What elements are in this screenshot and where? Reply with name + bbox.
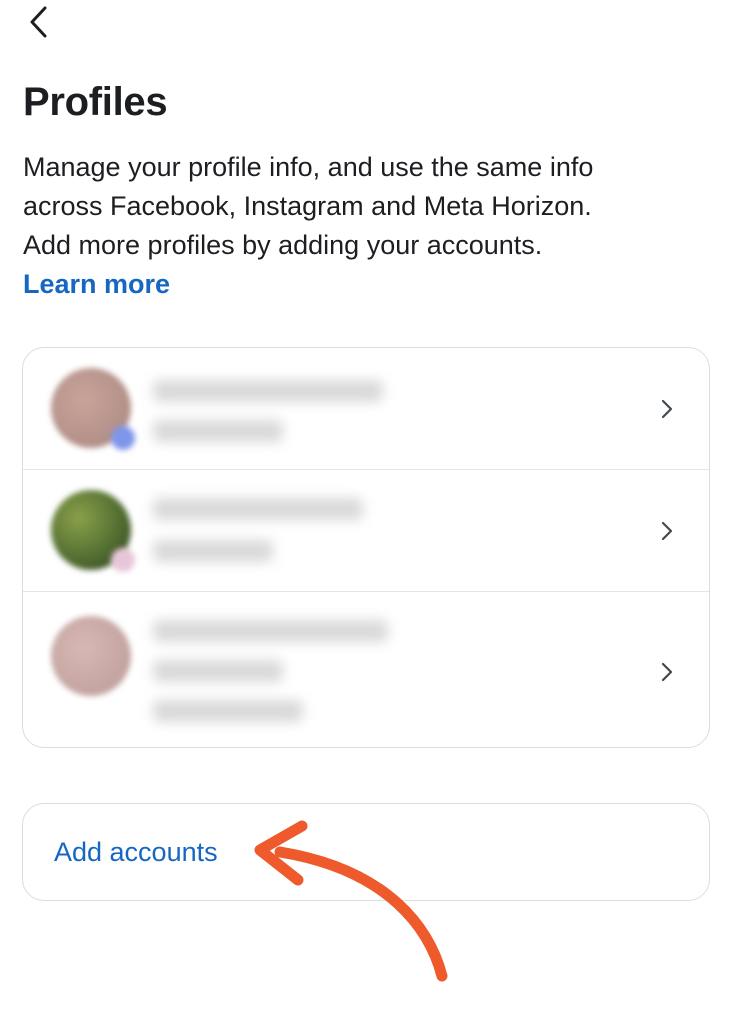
chevron-left-icon (30, 6, 47, 38)
description-line: Add more profiles by adding your account… (23, 230, 543, 260)
chevron-right-icon (655, 519, 679, 543)
profile-row[interactable] (23, 348, 709, 470)
page-title: Profiles (23, 80, 168, 124)
learn-more-link[interactable]: Learn more (23, 265, 723, 304)
account-badge-icon (111, 548, 135, 572)
profiles-list (22, 347, 710, 748)
avatar (51, 616, 131, 696)
profile-status-redacted (153, 700, 303, 722)
add-accounts-label: Add accounts (54, 837, 218, 867)
chevron-right-icon (655, 397, 679, 421)
profile-name-redacted (153, 380, 383, 402)
chevron-right-icon (655, 660, 679, 684)
profile-account-redacted (153, 420, 283, 442)
description-line: Manage your profile info, and use the sa… (23, 152, 594, 182)
profile-row[interactable] (23, 470, 709, 592)
page-description: Manage your profile info, and use the sa… (23, 148, 723, 304)
back-button[interactable] (20, 4, 56, 40)
add-accounts-button[interactable]: Add accounts (22, 803, 710, 901)
account-badge-icon (111, 426, 135, 450)
profile-account-redacted (153, 540, 273, 562)
profile-name-redacted (153, 498, 363, 520)
profile-account-redacted (153, 660, 283, 682)
description-line: across Facebook, Instagram and Meta Hori… (23, 191, 592, 221)
profile-name-redacted (153, 620, 388, 642)
profile-row[interactable] (23, 592, 709, 747)
